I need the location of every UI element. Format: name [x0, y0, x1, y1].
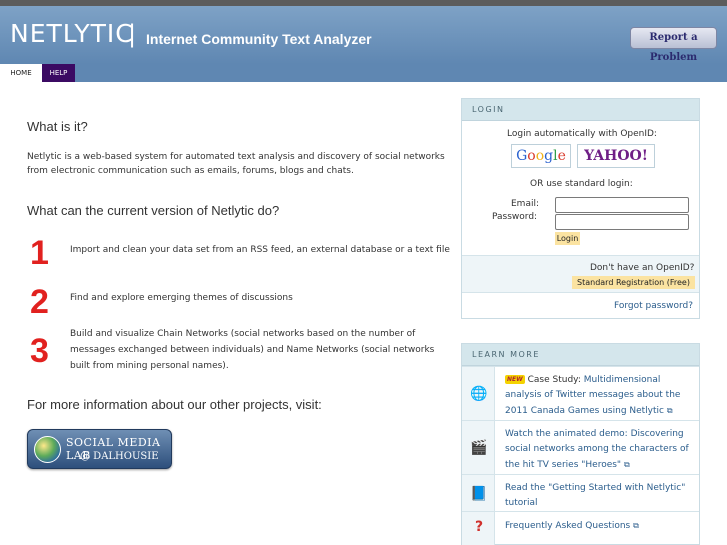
case-study-label: Case Study: — [524, 375, 584, 385]
feature-text-3-line-1: Build and visualize Chain Networks (soci… — [70, 329, 416, 339]
report-problem-button[interactable]: Report a Problem — [630, 27, 717, 63]
what-is-it-heading: What is it? — [27, 119, 88, 134]
site-header: NETLYTIC | Internet Community Text Analy… — [0, 6, 727, 64]
what-is-it-text-2: from electronic communication such as em… — [27, 166, 354, 176]
learn-more-item[interactable]: 📘 Read the "Getting Started with Netlyti… — [462, 474, 699, 511]
google-login-button[interactable]: Google — [511, 144, 571, 168]
tab-home[interactable]: HOME — [0, 64, 42, 82]
email-field[interactable] — [555, 197, 689, 213]
email-label: Email: — [511, 199, 540, 209]
feature-text-1: Import and clean your data set from an R… — [70, 245, 450, 255]
book-icon: 📘 — [470, 486, 488, 502]
openid-text: Login automatically with OpenID: — [507, 129, 657, 139]
question-icon: ? — [474, 519, 484, 535]
external-link-icon: ⧉ — [623, 460, 630, 469]
login-button[interactable]: Login — [555, 232, 580, 245]
feature-number-1: 1 — [30, 234, 49, 272]
no-openid-text: Don't have an OpenID? — [590, 263, 695, 273]
film-icon: 🎬 — [470, 440, 488, 456]
tutorial-link[interactable]: Read the "Getting Started with Netlytic"… — [505, 483, 685, 508]
tab-help[interactable]: HELP — [42, 64, 75, 82]
learn-more-item[interactable]: 🌐 NEW Case Study: Multidimensional analy… — [462, 366, 699, 420]
faq-link[interactable]: Frequently Asked Questions — [505, 521, 630, 531]
feature-text-2: Find and explore emerging themes of disc… — [70, 293, 293, 303]
standard-login-text: OR use standard login: — [530, 179, 633, 189]
learn-more-item[interactable]: 🎬 Watch the animated demo: Discovering s… — [462, 420, 699, 474]
sml-logo-line-2: @ DALHOUSIE — [80, 451, 159, 462]
learn-more-item[interactable]: ? Frequently Asked Questions ⧉ — [462, 511, 699, 545]
capabilities-heading: What can the current version of Netlytic… — [27, 203, 280, 218]
forgot-password-link[interactable]: Forgot password? — [462, 292, 699, 318]
standard-registration-button[interactable]: Standard Registration (Free) — [572, 276, 695, 289]
learn-more-heading: LEARN MORE — [462, 344, 699, 366]
demo-link[interactable]: Watch the animated demo: Discovering soc… — [505, 429, 689, 470]
globe-icon — [34, 436, 61, 463]
feature-text-3-line-3: built from mining personal names). — [70, 361, 229, 371]
social-media-lab-logo[interactable]: SOCIAL MEDIA LAB @ DALHOUSIE — [27, 429, 172, 469]
header-separator: | — [128, 20, 137, 48]
external-link-icon: ⧉ — [666, 406, 673, 415]
password-label: Password: — [492, 212, 538, 222]
site-tagline: Internet Community Text Analyzer — [146, 31, 372, 47]
yahoo-login-button[interactable]: YAHOO! — [577, 144, 655, 168]
nav-strip — [75, 64, 727, 82]
feature-text-3-line-2: messages exchanged between individuals) … — [70, 345, 435, 355]
login-heading: LOGIN — [462, 99, 699, 121]
what-is-it-text-1: Netlytic is a web-based system for autom… — [27, 152, 445, 162]
new-badge: NEW — [505, 375, 525, 384]
globe-icon: 🌐 — [470, 386, 488, 402]
feature-number-3: 3 — [30, 332, 49, 370]
more-info-heading: For more information about our other pro… — [27, 397, 322, 412]
external-link-icon: ⧉ — [633, 521, 639, 530]
netlytic-logo[interactable]: NETLYTIC — [10, 19, 134, 48]
feature-number-2: 2 — [30, 283, 49, 321]
password-field[interactable] — [555, 214, 689, 230]
